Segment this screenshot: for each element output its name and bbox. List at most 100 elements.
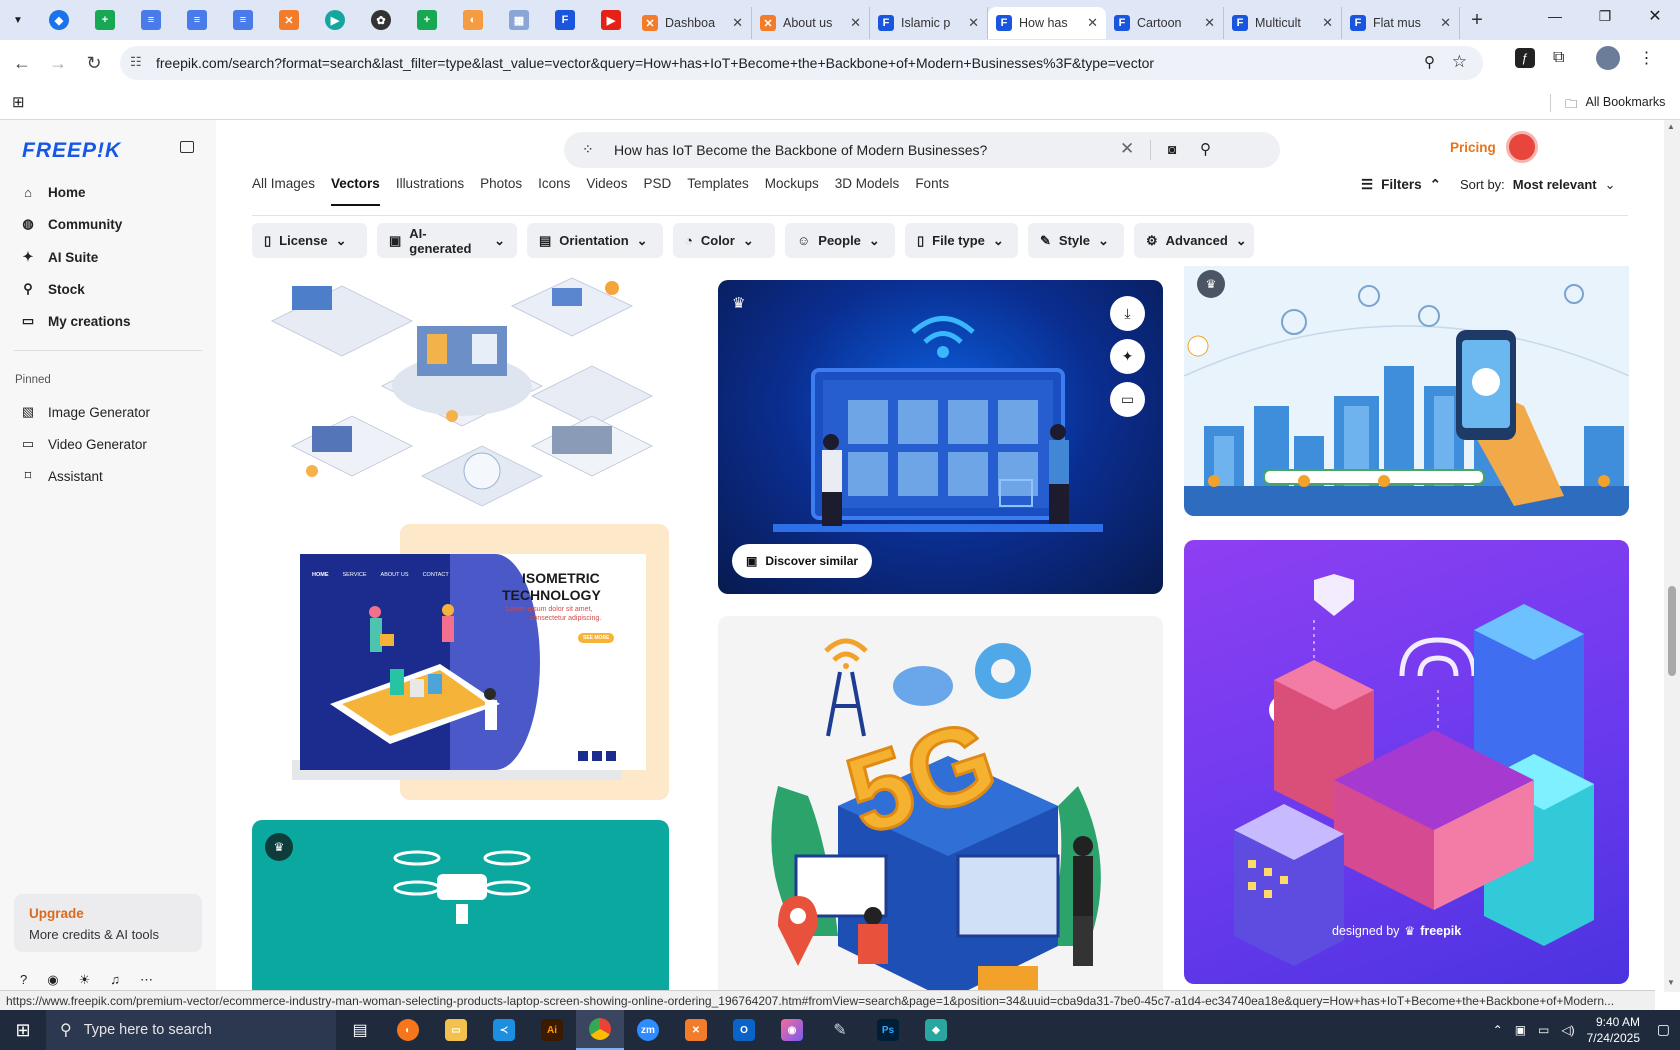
- filter-ai-generated[interactable]: ▣ AI-generated ⌄: [377, 223, 517, 258]
- result-card-isometric-iot-city[interactable]: designed by ♛ freepik: [1184, 540, 1629, 984]
- site-info-icon[interactable]: ☷: [130, 54, 142, 70]
- clear-search-icon[interactable]: ✕: [1120, 139, 1134, 159]
- result-card-5g[interactable]: 5G: [718, 616, 1163, 992]
- taskbar-chrome[interactable]: [576, 1010, 624, 1050]
- filter-license[interactable]: ▯ License ⌄: [252, 223, 367, 258]
- ai-edit-button[interactable]: ✦: [1110, 339, 1145, 374]
- help-icon[interactable]: ?: [20, 972, 27, 988]
- browser-tab[interactable]: F Islamic p ✕: [870, 7, 988, 39]
- tab-vectors[interactable]: Vectors: [331, 176, 380, 206]
- start-button[interactable]: ⊞: [0, 1010, 46, 1050]
- sidebar-item-video-generator[interactable]: ▭ Video Generator: [20, 431, 147, 457]
- apps-grid-icon[interactable]: ⊞: [12, 93, 25, 111]
- pricing-link[interactable]: Pricing: [1450, 140, 1496, 155]
- close-icon[interactable]: ✕: [732, 15, 743, 31]
- close-icon[interactable]: ✕: [1440, 15, 1451, 31]
- close-icon[interactable]: ✕: [968, 15, 979, 31]
- result-card-drone[interactable]: ♛: [252, 820, 669, 992]
- browser-tab[interactable]: F Multicult ✕: [1224, 7, 1342, 39]
- task-view-button[interactable]: ▤: [336, 1010, 384, 1050]
- sidebar-item-ai-suite[interactable]: ✦ AI Suite: [20, 244, 99, 270]
- puzzle-icon[interactable]: ⧉: [1553, 49, 1564, 67]
- taskbar-clock[interactable]: 9:40 AM 7/24/2025: [1587, 1014, 1640, 1046]
- browser-tab[interactable]: ✕ About us ✕: [752, 7, 870, 39]
- minimize-icon[interactable]: —: [1530, 8, 1580, 24]
- taskbar-search[interactable]: ⚲ Type here to search: [46, 1010, 336, 1050]
- taskbar-explorer[interactable]: ▭: [432, 1010, 480, 1050]
- more-icon[interactable]: ⋯: [140, 972, 153, 988]
- profile-avatar[interactable]: [1596, 46, 1621, 70]
- freepik-logo[interactable]: FREEP!K: [22, 139, 121, 163]
- tab-search-button[interactable]: ▼: [0, 0, 36, 40]
- browser-tab[interactable]: ✕ Dashboa ✕: [634, 7, 752, 39]
- pinned-tab[interactable]: F: [542, 0, 588, 40]
- all-bookmarks[interactable]: 🗀 All Bookmarks: [1565, 95, 1665, 116]
- sidebar-item-community[interactable]: ◍ Community: [20, 211, 122, 237]
- filter-color[interactable]: ◔ Color ⌄: [673, 223, 775, 258]
- tab-templates[interactable]: Templates: [687, 176, 749, 206]
- theme-icon[interactable]: ☀: [79, 972, 91, 988]
- taskbar-photoshop[interactable]: Ps: [864, 1010, 912, 1050]
- taskbar-pen-tool[interactable]: ✎: [816, 1010, 864, 1050]
- bell-icon[interactable]: ♫: [110, 972, 120, 988]
- sidebar-item-image-generator[interactable]: ▧ Image Generator: [20, 399, 150, 425]
- pinned-tab[interactable]: ▶: [588, 0, 634, 40]
- scroll-up-icon[interactable]: ▲: [1667, 122, 1675, 131]
- taskbar-zoom[interactable]: zm: [624, 1010, 672, 1050]
- pinned-tab[interactable]: ▶: [312, 0, 358, 40]
- menu-kebab-icon[interactable]: ⋮: [1638, 48, 1654, 68]
- pinned-tab[interactable]: ✕: [266, 0, 312, 40]
- close-icon[interactable]: ✕: [1087, 15, 1098, 31]
- volume-icon[interactable]: ◁): [1561, 1023, 1574, 1037]
- search-icon[interactable]: ⚲: [1200, 140, 1211, 158]
- scroll-down-icon[interactable]: ▼: [1667, 978, 1675, 987]
- sort-dropdown[interactable]: Sort by: Most relevant ⌄: [1460, 177, 1616, 193]
- taskbar-outlook[interactable]: O: [720, 1010, 768, 1050]
- zoom-icon[interactable]: ⚲: [1424, 53, 1435, 71]
- pinned-tab[interactable]: ≡: [220, 0, 266, 40]
- tab-icons[interactable]: Icons: [538, 176, 570, 206]
- tab-videos[interactable]: Videos: [586, 176, 627, 206]
- tab-3d-models[interactable]: 3D Models: [835, 176, 900, 206]
- forward-icon[interactable]: →: [40, 45, 76, 81]
- filter-advanced[interactable]: ⚙ Advanced ⌄: [1134, 223, 1254, 258]
- result-card-smart-city[interactable]: ♛: [1184, 266, 1629, 516]
- sidebar-item-stock[interactable]: ⚲ Stock: [20, 276, 85, 302]
- search-input[interactable]: How has IoT Become the Backbone of Moder…: [614, 142, 987, 158]
- tab-photos[interactable]: Photos: [480, 176, 522, 206]
- tab-mockups[interactable]: Mockups: [765, 176, 819, 206]
- discord-icon[interactable]: ◉: [47, 972, 58, 988]
- tab-psd[interactable]: PSD: [643, 176, 671, 206]
- search-bar[interactable]: ⁘ How has IoT Become the Backbone of Mod…: [564, 132, 1280, 168]
- taskbar-illustrator[interactable]: Ai: [528, 1010, 576, 1050]
- chevron-up-icon[interactable]: ⌃: [1493, 1023, 1503, 1037]
- tab-all-images[interactable]: All Images: [252, 176, 315, 206]
- taskbar-paint[interactable]: ◉: [768, 1010, 816, 1050]
- pinned-tab[interactable]: ◆: [36, 0, 82, 40]
- pinned-tab[interactable]: ✿: [358, 0, 404, 40]
- result-card-isometric-technology[interactable]: HOME SERVICE ABOUT US CONTACT ISOMETRIC: [252, 524, 669, 800]
- pinned-tab[interactable]: ≡: [128, 0, 174, 40]
- pinned-tab[interactable]: ≡: [174, 0, 220, 40]
- close-icon[interactable]: ✕: [850, 15, 861, 31]
- bookmark-star-icon[interactable]: ☆: [1452, 52, 1467, 72]
- filters-toggle[interactable]: ☰ Filters ⌃: [1361, 177, 1441, 193]
- pinned-tab[interactable]: +: [82, 0, 128, 40]
- discover-similar-button[interactable]: ▣ Discover similar: [732, 544, 873, 578]
- taskbar-app[interactable]: ◆: [912, 1010, 960, 1050]
- new-tab-button[interactable]: +: [1460, 9, 1494, 32]
- battery-icon[interactable]: ▭: [1538, 1023, 1549, 1037]
- browser-tab-active[interactable]: F How has ✕: [988, 7, 1106, 39]
- taskbar-firefox[interactable]: ◐: [384, 1010, 432, 1050]
- taskbar-vscode[interactable]: ≺: [480, 1010, 528, 1050]
- filter-style[interactable]: ✎ Style ⌄: [1028, 223, 1124, 258]
- tab-fonts[interactable]: Fonts: [915, 176, 949, 206]
- restore-icon[interactable]: ❐: [1580, 8, 1630, 25]
- collapse-sidebar-icon[interactable]: [180, 141, 194, 153]
- notification-icon[interactable]: ▢: [1657, 1021, 1670, 1038]
- download-button[interactable]: ⤓: [1110, 296, 1145, 331]
- user-avatar[interactable]: [1506, 131, 1538, 163]
- browser-tab[interactable]: F Flat mus ✕: [1342, 7, 1460, 39]
- sidebar-item-home[interactable]: ⌂ Home: [20, 179, 85, 205]
- close-icon[interactable]: ✕: [1322, 15, 1333, 31]
